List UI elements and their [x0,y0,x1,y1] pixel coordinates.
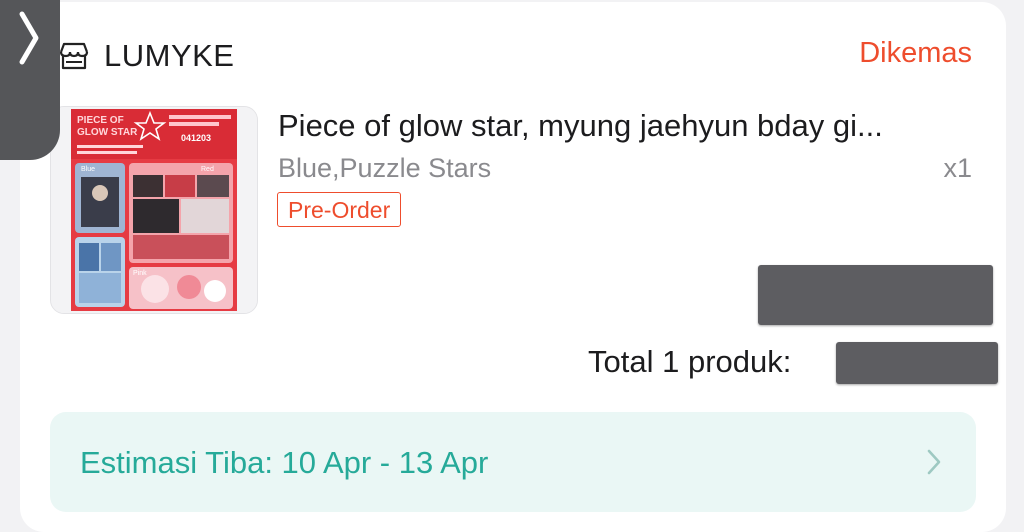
thumb-title-2: GLOW STAR [77,127,138,138]
product-variant: Blue,Puzzle Stars [278,153,492,183]
thumb-code: 041203 [181,133,211,143]
product-quantity: x1 [943,153,972,183]
thumb-title-1: PIECE OF [77,115,124,126]
product-image: PIECE OF GLOW STAR 041203 Blue Red Pink [51,107,257,313]
side-panel-handle[interactable] [0,0,60,160]
thumb-label-pink: Pink [133,270,147,277]
thumb-label-blue: Blue [81,166,95,173]
shop-name[interactable]: LUMYKE [104,38,234,74]
store-icon [59,42,89,70]
order-status: Dikemas [859,37,972,69]
product-thumbnail[interactable]: PIECE OF GLOW STAR 041203 Blue Red Pink [50,106,258,314]
total-label: Total 1 produk: [588,344,792,379]
preorder-badge: Pre-Order [277,192,402,227]
chevron-right-icon [19,11,39,65]
redacted-price [758,265,993,325]
delivery-estimate-bar[interactable]: Estimasi Tiba: 10 Apr - 13 Apr [50,412,976,512]
shop-header[interactable]: LUMYKE [58,36,234,76]
chevron-right-icon [927,449,941,475]
thumb-label-red: Red [201,166,214,173]
redacted-total-amount [836,342,998,384]
delivery-estimate-text: Estimasi Tiba: 10 Apr - 13 Apr [80,445,489,480]
product-title[interactable]: Piece of glow star, myung jaehyun bday g… [278,108,883,144]
